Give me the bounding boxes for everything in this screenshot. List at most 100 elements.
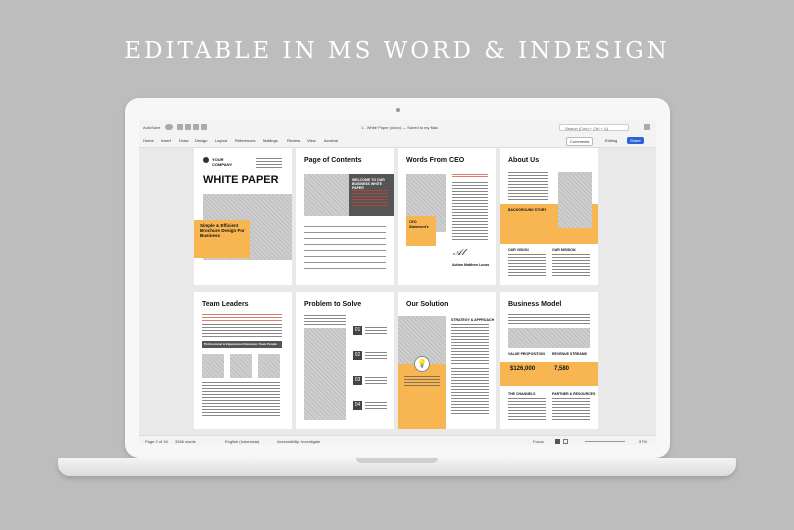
language[interactable]: English (Indonesia)	[225, 439, 259, 444]
ceo-text	[452, 182, 488, 242]
ceo-highlight	[452, 174, 488, 178]
page-about[interactable]: About Us BACKGROUND STORY OUR VISION OUR…	[500, 148, 598, 285]
problem-item-3	[365, 377, 387, 385]
page-cover[interactable]: YOUR COMPANY WHITE PAPER Simple & Effici…	[194, 148, 292, 285]
value-label: VALUE PROPOSITION	[508, 352, 545, 356]
contents-image	[304, 174, 349, 216]
model-intro	[508, 314, 590, 326]
vision-text	[508, 254, 546, 276]
ribbon: Home Insert Draw Design Layout Reference…	[139, 135, 656, 148]
tab-insert[interactable]: Insert	[161, 138, 171, 143]
tab-references[interactable]: References	[235, 138, 255, 143]
page-title: Our Solution	[406, 301, 449, 308]
vision-label: OUR VISION	[508, 248, 529, 252]
focus-button[interactable]: Focus	[533, 439, 544, 444]
editing-button[interactable]: Editing	[602, 137, 620, 144]
camera	[396, 108, 400, 112]
save-icon[interactable]	[185, 124, 191, 130]
contents-box-lines	[352, 190, 388, 208]
channels-text	[508, 398, 546, 420]
word-count[interactable]: 3346 words	[175, 439, 196, 444]
page-title: About Us	[508, 157, 540, 164]
page-title: Words From CEO	[406, 157, 465, 164]
strategy-text	[451, 324, 489, 364]
team-intro	[202, 314, 282, 322]
signer-name: Adrian Matthew Lucas	[452, 263, 490, 267]
autosave-toggle[interactable]	[165, 124, 173, 130]
problem-image	[304, 328, 346, 420]
share-button[interactable]: Share	[627, 137, 644, 144]
settings-icon[interactable]	[644, 124, 650, 130]
page-title: Problem to Solve	[304, 301, 362, 308]
contents-list	[304, 226, 386, 274]
problem-num-3: 03	[353, 376, 362, 385]
page-problem[interactable]: Problem to Solve 01 02 03 04	[296, 292, 394, 429]
about-text	[508, 172, 548, 202]
home-icon[interactable]	[177, 124, 183, 130]
tab-layout[interactable]: Layout	[215, 138, 227, 143]
accessibility[interactable]: Accessibility: Investigate	[277, 439, 320, 444]
headline: EDITABLE IN MS WORD & INDESIGN	[124, 38, 670, 64]
revenue-label: REVENUE STREAMS	[552, 352, 588, 356]
signature: 𝒜𝓁	[453, 248, 465, 258]
cover-title: WHITE PAPER	[203, 174, 279, 186]
mission-text	[552, 254, 590, 276]
zoom-level[interactable]: 97%	[639, 439, 647, 444]
zoom-slider[interactable]	[585, 441, 625, 442]
document-area: YOUR COMPANY WHITE PAPER Simple & Effici…	[139, 148, 656, 435]
strategy-list	[451, 368, 489, 416]
solution-box	[398, 364, 446, 429]
page-title: Team Leaders	[202, 301, 249, 308]
problem-item-1	[365, 327, 387, 335]
tab-design[interactable]: Design	[195, 138, 207, 143]
page-ceo[interactable]: Words From CEO CEO Statement's 𝒜𝓁 Adrian…	[398, 148, 496, 285]
page-title: Page of Contents	[304, 157, 362, 164]
problem-item-2	[365, 352, 387, 360]
tab-acrobat[interactable]: Acrobat	[324, 138, 338, 143]
problem-text	[304, 315, 346, 325]
tab-view[interactable]: View	[307, 138, 316, 143]
tab-home[interactable]: Home	[143, 138, 154, 143]
problem-num-1: 01	[353, 326, 362, 335]
cover-box-text: Simple & Efficient Brochure Design For B…	[200, 223, 245, 238]
problem-num-2: 02	[353, 351, 362, 360]
problem-num-4: 04	[353, 401, 362, 410]
page-business-model[interactable]: Business Model VALUE PROPOSITION REVENUE…	[500, 292, 598, 429]
page-solution[interactable]: Our Solution 💡 STRATEGY & APPROACH	[398, 292, 496, 429]
tab-mailings[interactable]: Mailings	[263, 138, 278, 143]
partner-label: PARTNER & RESOURCES	[552, 392, 596, 396]
page-team[interactable]: Team Leaders Professional & Experienced …	[194, 292, 292, 429]
ceo-box-text: CEO Statement's	[409, 220, 429, 229]
partner-text	[552, 398, 590, 420]
page-title: Business Model	[508, 301, 562, 308]
mission-label: OUR MISSION	[552, 248, 576, 252]
member-photo-2	[230, 354, 252, 378]
page-contents[interactable]: Page of Contents WELCOME TO OUR BUSINESS…	[296, 148, 394, 285]
model-image	[508, 328, 590, 348]
about-band-label: BACKGROUND STORY	[508, 208, 547, 212]
strategy-label: STRATEGY & APPROACH	[451, 318, 495, 322]
undo-icon[interactable]	[193, 124, 199, 130]
redo-icon[interactable]	[201, 124, 207, 130]
search-input[interactable]: Search (Cmd + Ctrl + U)	[559, 124, 629, 131]
member-photo-3	[258, 354, 280, 378]
team-text	[202, 324, 282, 338]
contact-lines	[256, 158, 282, 170]
comments-button[interactable]: Comments	[566, 137, 594, 146]
autosave-label: AutoSave	[143, 125, 161, 130]
member-bios	[202, 382, 280, 418]
web-layout-icon[interactable]	[563, 439, 568, 444]
print-layout-icon[interactable]	[555, 439, 560, 444]
tab-draw[interactable]: Draw	[179, 138, 188, 143]
channels-label: THE CHANNELS	[508, 392, 536, 396]
tab-review[interactable]: Review	[287, 138, 300, 143]
status-bar: Page 2 of 16 3346 words English (Indones…	[139, 435, 656, 445]
team-bar-text: Professional & Experienced Business Team…	[204, 342, 277, 346]
lightbulb-icon: 💡	[414, 356, 430, 372]
about-image-overlay	[558, 172, 592, 228]
problem-item-4	[365, 402, 387, 410]
stat-revenue: $126,000	[510, 366, 536, 372]
member-photo-1	[202, 354, 224, 378]
page-count[interactable]: Page 2 of 16	[145, 439, 168, 444]
laptop-notch	[356, 458, 438, 463]
